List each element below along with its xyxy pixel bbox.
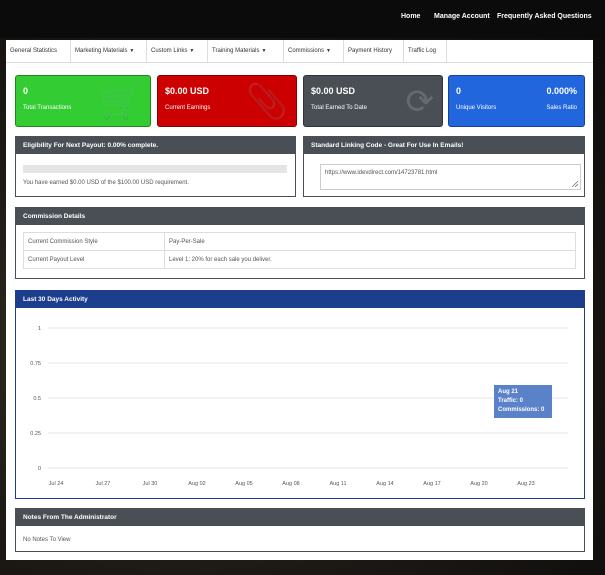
x-tick-label: Jul 24 [49,481,64,487]
commission-details-table: Current Commission Style Pay-Per-Sale Cu… [23,232,576,269]
cart-icon: 🛒 [99,83,142,121]
x-tick-label: Aug 08 [282,481,299,487]
nav-faq-link[interactable]: Frequently Asked Questions [497,13,592,20]
resize-handle-icon[interactable] [572,181,578,187]
table-cell: Current Commission Style [23,232,165,251]
table-row: Current Payout Level Level 1: 20% for ea… [23,250,576,269]
tab-traffic-log[interactable]: Traffic Log [404,40,447,62]
y-tick-label: 0.5 [33,396,41,402]
caret-down-icon: ▼ [326,48,331,54]
tooltip-date: Aug 21 [498,389,519,395]
table-cell: Pay-Per-Sale [164,232,576,251]
caret-down-icon: ▼ [189,48,195,54]
tooltip-commissions: Commissions: 0 [498,407,545,413]
x-tick-label: Aug 23 [517,481,534,487]
stat-label: Unique Visitors [456,105,497,111]
activity-title: Last 30 Days Activity [16,291,584,308]
notes-title: Notes From The Administrator [16,509,584,526]
table-cell: Level 1: 20% for each sale you deliver. [164,250,576,269]
stat-sales-ratio-value: 0.000% [546,86,577,96]
stat-value: 0 [23,86,29,96]
nav-home-link[interactable]: Home [401,13,420,20]
commission-details-panel: Commission Details Current Commission St… [15,207,585,279]
caret-down-icon: ▼ [129,48,135,54]
stat-value: 0 [456,86,462,96]
caret-down-icon: ▼ [261,48,267,54]
y-tick-label: 1 [38,326,41,332]
eligibility-panel: Eligibility For Next Payout: 0.00% compl… [15,136,296,197]
table-cell: Current Payout Level [23,250,165,269]
x-tick-label: Jul 30 [143,481,158,487]
stat-unique-visitors: 0 Unique Visitors 0.000% Sales Ratio [448,75,585,127]
stat-current-earnings: 📎 $0.00 USD Current Earnings [157,75,297,127]
eligibility-title: Eligibility For Next Payout: 0.00% compl… [16,137,295,154]
eligibility-text: You have earned $0.00 USD of the $100.00… [23,180,189,186]
x-tick-label: Aug 11 [329,481,346,487]
linking-code-url: https://www.idevdirect.com/14723781.html [325,170,438,176]
notes-panel: Notes From The Administrator No Notes To… [15,508,585,552]
stat-value: $0.00 USD [165,86,210,96]
x-tick-label: Aug 20 [470,481,487,487]
stat-total-transactions: 🛒 0 Total Transactions [15,75,151,127]
tab-custom-links[interactable]: Custom Links ▼ [147,40,208,62]
linking-code-panel: Standard Linking Code - Great For Use In… [303,136,585,197]
stat-label: Current Earnings [165,105,211,111]
x-tick-label: Aug 02 [188,481,205,487]
table-row: Current Commission Style Pay-Per-Sale [23,232,576,251]
nav-manage-account-link[interactable]: Manage Account [434,13,490,20]
payout-progress-bar [23,165,287,173]
paperclip-icon: 📎 [245,83,288,121]
stat-value: $0.00 USD [311,86,356,96]
x-tick-label: Aug 05 [235,481,252,487]
notes-text: No Notes To View [23,537,71,543]
x-tick-label: Jul 27 [96,481,111,487]
tab-payment-history[interactable]: Payment History [344,40,404,62]
main-panel: General Statistics Marketing Materials ▼ … [6,40,593,560]
refresh-icon: ⟳ [405,83,435,121]
chart-tooltip: Aug 21 Traffic: 0 Commissions: 0 [494,385,552,418]
tab-general-statistics[interactable]: General Statistics [6,40,71,62]
y-tick-label: 0.25 [30,431,41,437]
tab-commissions[interactable]: Commissions ▼ [284,40,344,62]
tab-training-materials[interactable]: Training Materials ▼ [208,40,284,62]
linking-code-textarea[interactable]: https://www.idevdirect.com/14723781.html [320,164,581,190]
y-tick-label: 0.75 [30,361,41,367]
linking-code-title: Standard Linking Code - Great For Use In… [304,137,584,154]
tab-marketing-materials[interactable]: Marketing Materials ▼ [71,40,147,62]
tab-bar: General Statistics Marketing Materials ▼ … [6,40,593,63]
stat-total-earned: ⟳ $0.00 USD Total Earned To Date [303,75,443,127]
y-tick-label: 0 [38,466,41,472]
stat-sales-ratio-label: Sales Ratio [546,105,577,111]
tooltip-traffic: Traffic: 0 [498,398,524,404]
activity-panel: Last 30 Days Activity 1 0.75 0.5 0.25 0 Jul 2… [15,290,585,499]
stat-label: Total Earned To Date [311,105,367,111]
top-navigation: Home Manage Account Frequently Asked Que… [0,0,605,38]
x-tick-label: Aug 14 [376,481,393,487]
x-tick-label: Aug 17 [423,481,440,487]
commission-details-title: Commission Details [16,208,584,225]
stat-label: Total Transactions [23,105,72,111]
